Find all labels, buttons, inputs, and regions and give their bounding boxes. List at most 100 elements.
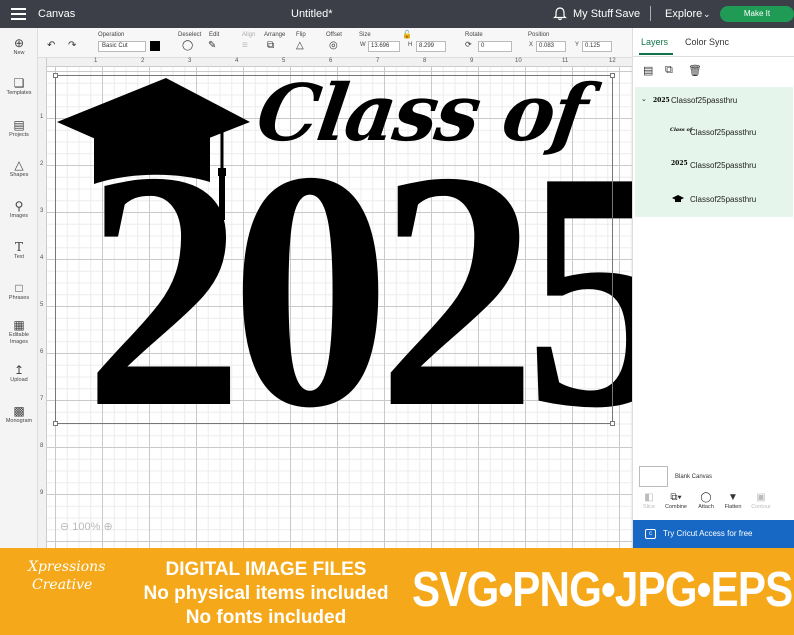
edit-toolbar: ↶ ↷ Operation Basic Cut Deselect ◯ Edit … (38, 28, 632, 58)
make-it-button[interactable]: Make It (720, 6, 794, 22)
height-field[interactable]: 8.299 (416, 41, 446, 52)
save-button[interactable]: Save (615, 8, 640, 20)
deselect-icon[interactable]: ◯ (182, 40, 193, 51)
speech-icon: □ (15, 281, 23, 295)
layer-item[interactable]: Classof25passthru (635, 191, 793, 209)
promo-line-3: No fonts included (185, 607, 347, 628)
trash-icon[interactable]: 🗑 (688, 64, 702, 77)
resize-handle[interactable] (53, 73, 58, 78)
brand-name: Xpressions (28, 559, 106, 575)
contour-icon: ▣ (756, 492, 766, 503)
contour-button[interactable]: ▣ Contour (747, 492, 775, 510)
sidebar-item-projects[interactable]: ▤ Projects (0, 118, 38, 139)
color-swatch[interactable] (150, 41, 160, 51)
group-icon[interactable]: ▤ (643, 64, 653, 77)
arrange-icon[interactable]: ⧉ (267, 40, 274, 51)
sidebar-label: Phrases (8, 295, 30, 301)
sidebar-item-monogram[interactable]: ▩ Monogram (0, 404, 38, 425)
ruler-top: 1 2 3 4 5 6 7 8 9 10 11 12 (38, 58, 632, 67)
redo-icon[interactable]: ↷ (68, 40, 76, 51)
deselect-label: Deselect (178, 32, 202, 38)
attach-icon: ◯ (700, 492, 712, 503)
plus-icon: ⊕ (13, 36, 25, 50)
tab-layers[interactable]: Layers (641, 37, 668, 47)
sidebar-item-phrases[interactable]: □ Phrases (0, 281, 38, 302)
layer-tools: ◧ Slice ⧉▾ Combine ◯ Attach ▼ Flatten ▣ … (633, 490, 794, 520)
sidebar-label: New (13, 50, 25, 56)
divider (650, 6, 651, 21)
tool-label: Contour (751, 504, 771, 510)
chevron-down-icon[interactable]: ⌄ (641, 95, 647, 103)
active-tab-indicator (639, 53, 673, 55)
my-stuff-link[interactable]: My Stuff (573, 8, 613, 20)
flatten-icon: ▼ (728, 492, 738, 503)
resize-handle[interactable] (610, 73, 615, 78)
layer-item[interactable]: 2025 Classof25passthru (635, 157, 793, 175)
zoom-control[interactable]: ⊖ 100% ⊕ (60, 520, 113, 533)
operation-label: Operation (98, 32, 125, 38)
sidebar-label: Images (9, 213, 29, 219)
rotate-field[interactable]: 0 (478, 41, 512, 52)
slice-icon: ◧ (644, 492, 654, 503)
y-field[interactable]: 0.125 (582, 41, 612, 52)
monogram-icon: ▩ (13, 404, 25, 418)
ruler-number: 7 (376, 58, 380, 64)
selection-box[interactable] (53, 73, 615, 426)
blank-canvas-swatch[interactable] (639, 466, 668, 487)
sidebar-item-shapes[interactable]: △ Shapes (0, 158, 38, 179)
layer-item[interactable]: Class of Classof25passthru (635, 124, 793, 142)
divider (633, 56, 794, 57)
layer-thumb: 2025 (671, 160, 688, 167)
zoom-in-icon[interactable]: ⊕ (103, 521, 112, 533)
width-prefix: W (360, 42, 366, 48)
tab-color-sync[interactable]: Color Sync (685, 37, 729, 47)
duplicate-icon[interactable]: ⧉ (665, 64, 673, 77)
chevron-down-icon[interactable]: ⌄ (703, 9, 711, 20)
ruler-number: 1 (94, 58, 98, 64)
operation-select[interactable]: Basic Cut (98, 41, 146, 52)
layer-thumb: Class of (670, 127, 692, 133)
rotate-label: Rotate (465, 32, 483, 38)
sidebar-label: Monogram (5, 418, 33, 424)
x-field[interactable]: 0.083 (536, 41, 566, 52)
document-title[interactable]: Untitled* (291, 8, 333, 20)
bell-icon[interactable] (553, 7, 567, 21)
explore-menu[interactable]: Explore (665, 8, 702, 20)
resize-handle[interactable] (610, 421, 615, 426)
sidebar-item-images[interactable]: ⚲ Images (0, 199, 38, 220)
offset-icon[interactable]: ◎ (329, 40, 338, 51)
sidebar-item-new[interactable]: ⊕ New (0, 36, 38, 57)
lock-icon[interactable]: 🔓 (402, 30, 412, 39)
sidebar-item-editable-images[interactable]: ▦ Editable Images (0, 318, 38, 346)
resize-handle[interactable] (53, 421, 58, 426)
shapes-icon: △ (14, 158, 24, 172)
sidebar-item-upload[interactable]: ↥ Upload (0, 363, 38, 384)
combine-button[interactable]: ⧉▾ Combine (662, 492, 690, 510)
layer-name: Classof25passthru (690, 128, 757, 137)
top-bar: Canvas Untitled* My Stuff Save Explore ⌄… (0, 0, 794, 28)
ruler-number: 9 (40, 490, 44, 496)
width-field[interactable]: 13.696 (368, 41, 400, 52)
layer-group[interactable]: ⌄ 2025 Classof25passthru (635, 92, 793, 110)
slice-button[interactable]: ◧ Slice (635, 492, 663, 510)
cricut-access-banner[interactable]: c Try Cricut Access for free (633, 520, 794, 548)
ruler-number: 3 (40, 208, 44, 214)
graduation-cap-icon (672, 195, 684, 202)
sidebar-item-text[interactable]: T Text (0, 240, 38, 261)
pen-icon[interactable]: ✎ (208, 40, 216, 51)
zoom-level: 100% (72, 521, 101, 533)
flip-icon[interactable]: △ (296, 40, 304, 51)
sidebar-label: Upload (10, 377, 28, 383)
align-icon[interactable]: ≡ (242, 40, 248, 51)
menu-icon[interactable] (11, 8, 26, 20)
flatten-button[interactable]: ▼ Flatten (719, 492, 747, 510)
ruler-number: 5 (40, 302, 44, 308)
undo-icon[interactable]: ↶ (47, 40, 55, 51)
ruler-number: 11 (562, 58, 569, 64)
attach-button[interactable]: ◯ Attach (692, 492, 720, 510)
layer-name: Classof25passthru (690, 161, 757, 170)
ruler-left: 1 2 3 4 5 6 7 8 9 (38, 58, 47, 548)
y-prefix: Y (575, 42, 580, 48)
zoom-out-icon[interactable]: ⊖ (60, 521, 69, 533)
sidebar-item-templates[interactable]: ❏ Templates (0, 76, 38, 97)
